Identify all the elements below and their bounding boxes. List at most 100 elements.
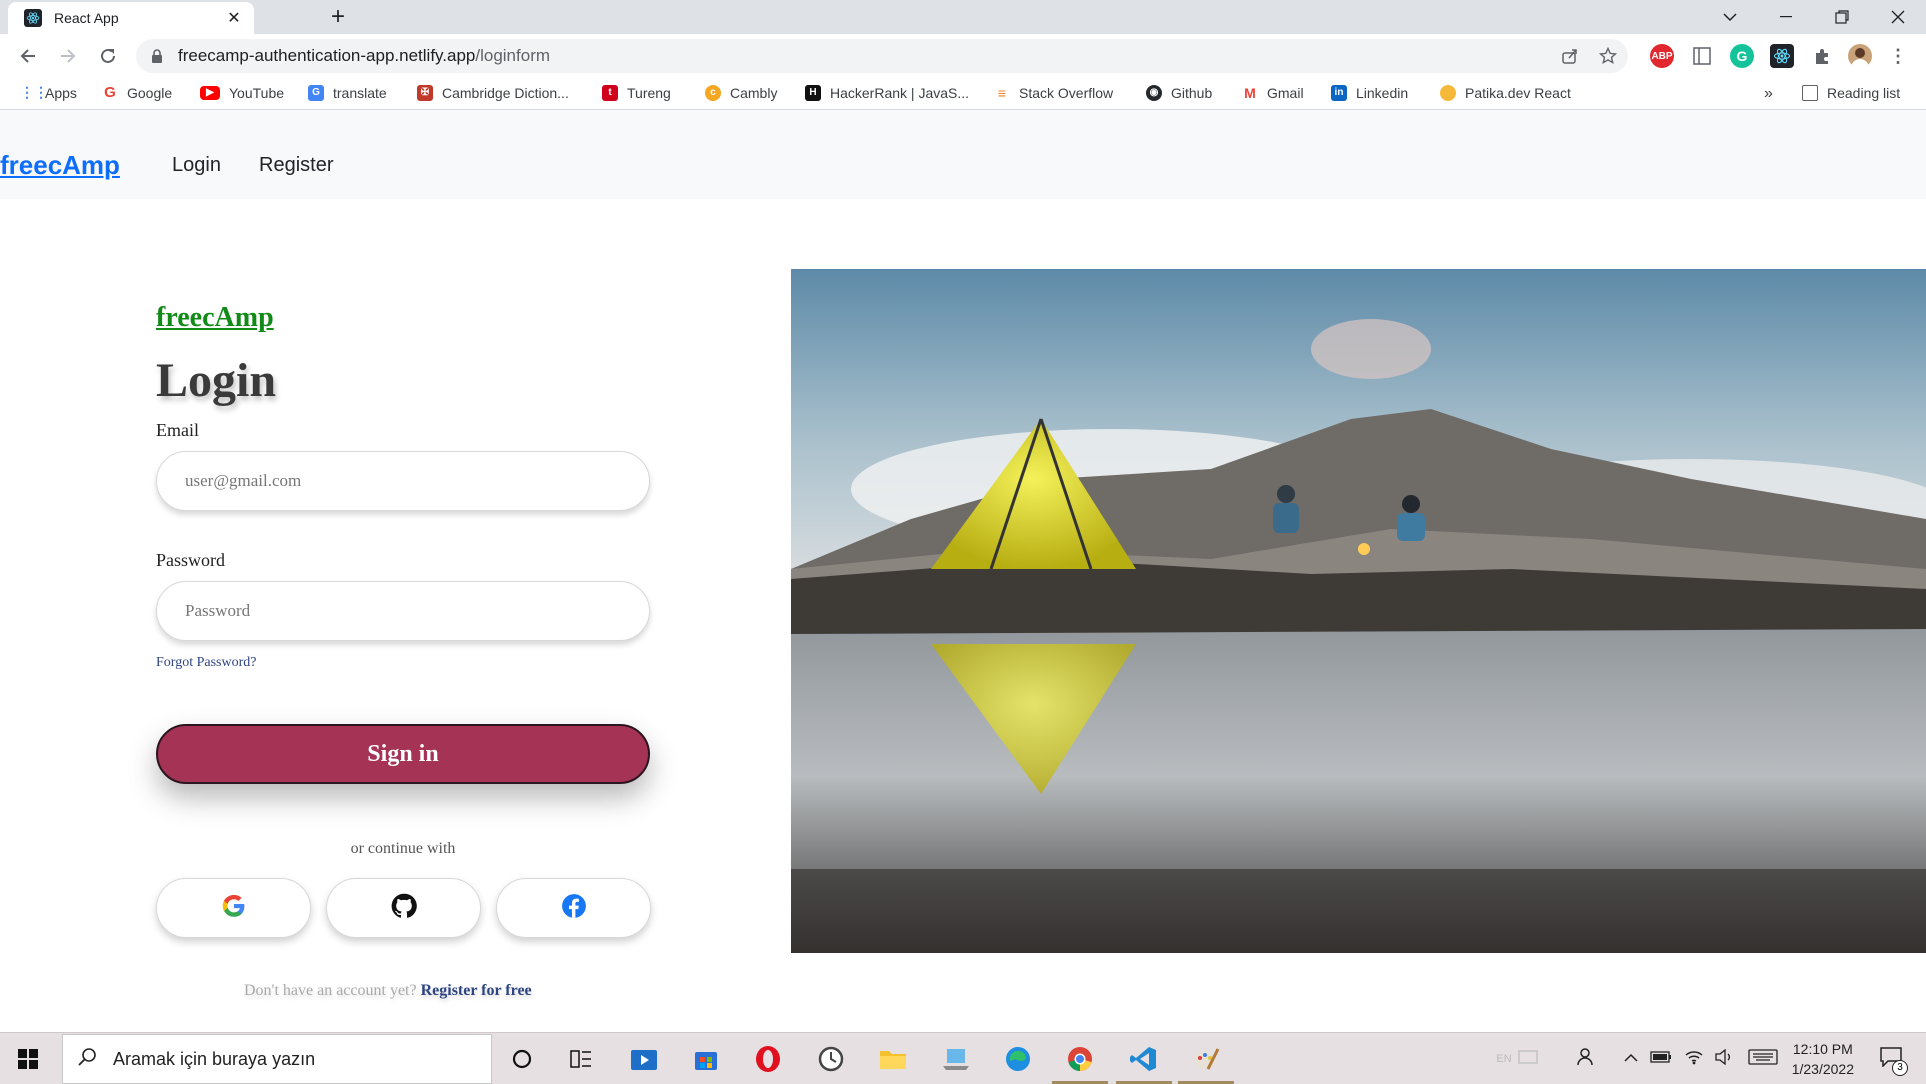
back-icon[interactable] [14,42,42,70]
opera-icon[interactable] [752,1043,784,1075]
browser-menu-icon[interactable]: ⋮ [1886,44,1910,68]
task-view-icon[interactable] [565,1043,597,1075]
gmail-icon: M [1244,85,1256,101]
url-host: freecamp-authentication-app.netlify.app [178,46,476,65]
nav-register-link[interactable]: Register [259,154,333,177]
bookmark-patika[interactable]: Patika.dev React [1440,85,1571,101]
browser-tab[interactable]: React App ✕ [8,2,254,34]
reading-list-button[interactable]: Reading list [1802,85,1900,101]
grammarly-icon[interactable]: G [1730,44,1754,68]
extensions-puzzle-icon[interactable] [1810,44,1834,68]
minimize-icon[interactable] [1758,0,1814,34]
chrome-icon[interactable] [1064,1043,1096,1075]
sidebar-ext-icon[interactable] [1690,44,1714,68]
google-login-button[interactable] [156,878,311,938]
password-label: Password [156,550,226,570]
cambridge-icon: ✠ [417,85,433,101]
profile-avatar[interactable] [1848,44,1872,68]
computer-icon[interactable] [940,1043,972,1075]
wifi-icon[interactable] [1684,1049,1704,1070]
adblock-icon[interactable]: ABP [1650,44,1674,68]
battery-icon[interactable] [1650,1050,1672,1068]
windows-start-icon[interactable] [18,1049,38,1074]
search-icon [77,1047,97,1072]
bookmark-hackerrank[interactable]: H HackerRank | JavaS... [805,85,969,101]
taskbar-search-text: Aramak için buraya yazın [113,1048,316,1069]
clock-time: 12:10 PM [1792,1041,1853,1057]
taskbar-search-box[interactable]: Aramak için buraya yazın [62,1034,492,1084]
linkedin-icon: in [1331,85,1347,101]
translate-icon: G [308,85,324,101]
github-icon [390,892,418,925]
bookmark-youtube[interactable]: ▶ YouTube [200,85,284,101]
register-for-free-link[interactable]: Register for free [421,982,532,999]
github-login-button[interactable] [326,878,481,938]
tureng-icon: t [602,85,618,101]
bookmarks-overflow-icon[interactable]: » [1764,85,1773,103]
bookmark-cambridge[interactable]: ✠ Cambridge Diction... [417,85,569,101]
stackoverflow-icon: ≡ [997,85,1007,101]
email-field[interactable] [156,451,650,511]
forgot-password-link[interactable]: Forgot Password? [156,655,256,671]
bookmark-stackoverflow[interactable]: ≡ Stack Overflow [994,85,1113,101]
taskbar-clock[interactable]: 12:10 PM 1/23/2022 [1792,1039,1854,1079]
tab-title: React App [54,10,119,26]
app-navbar: freecAmp Login Register [0,110,1926,199]
forward-icon[interactable] [54,42,82,70]
password-field[interactable] [156,581,650,641]
lock-icon[interactable] [150,49,164,63]
youtube-icon: ▶ [200,86,220,100]
form-brand-link[interactable]: freecAmp [156,302,274,334]
people-icon[interactable] [1576,1047,1596,1072]
notifications-button[interactable]: 3 [1880,1046,1908,1076]
page-viewport: freecAmp Login Register freecAmp Login E… [0,110,1926,1032]
sign-in-button[interactable]: Sign in [156,724,650,784]
clock-app-icon[interactable] [815,1043,847,1075]
navbar-brand-link[interactable]: freecAmp [0,150,120,181]
react-devtools-icon[interactable] [1770,44,1794,68]
new-tab-button[interactable]: + [324,5,352,30]
bookmark-google[interactable]: G Google [102,85,172,102]
cortana-icon[interactable] [506,1043,538,1075]
facebook-login-button[interactable] [496,878,651,938]
language-indicator[interactable]: EN [1496,1053,1511,1065]
reload-icon[interactable] [94,42,122,70]
share-icon[interactable] [1560,46,1580,66]
bookmark-star-icon[interactable] [1598,46,1618,66]
no-account-text: Don't have an account yet? [244,982,417,999]
bookmark-translate[interactable]: Gtranslate [308,85,387,101]
notification-count-badge: 3 [1892,1059,1908,1076]
camping-hero-image [791,269,1926,953]
media-player-icon[interactable] [628,1043,660,1075]
bookmark-apps[interactable]: ⋮⋮ Apps [20,85,77,101]
close-window-icon[interactable] [1870,0,1926,34]
volume-icon[interactable] [1714,1048,1734,1070]
windows-taskbar: Aramak için buraya yazın EN 12:10 PM 1/2… [0,1032,1926,1084]
cambly-icon: c [705,85,721,101]
tab-close-icon[interactable]: ✕ [222,6,246,30]
apps-grid-icon: ⋮⋮ [20,84,48,100]
clock-date: 1/23/2022 [1791,1061,1854,1077]
reading-list-icon [1802,85,1818,101]
tray-chevron-up-icon[interactable] [1624,1050,1638,1068]
vscode-icon[interactable] [1127,1043,1159,1075]
store-icon[interactable] [690,1043,722,1075]
url-path: /loginform [475,46,551,65]
keyboard-icon[interactable] [1748,1048,1778,1070]
nav-login-link[interactable]: Login [172,154,221,177]
tab-search-icon[interactable] [1702,0,1758,34]
bookmark-linkedin[interactable]: in Linkedin [1331,85,1408,101]
register-prompt: Don't have an account yet? Register for … [244,982,532,1000]
email-label: Email [156,420,199,440]
bookmark-gmail[interactable]: M Gmail [1242,85,1303,101]
bookmark-github[interactable]: ◉ Github [1146,85,1212,101]
edge-icon[interactable] [1002,1043,1034,1075]
keyboard-layout-icon[interactable] [1518,1049,1538,1069]
react-favicon-icon [24,9,42,27]
file-explorer-icon[interactable] [877,1043,909,1075]
address-bar[interactable]: freecamp-authentication-app.netlify.app/… [136,39,1628,73]
bookmark-cambly[interactable]: c Cambly [705,85,777,101]
paint-icon[interactable] [1190,1043,1222,1075]
restore-icon[interactable] [1814,0,1870,34]
bookmark-tureng[interactable]: t Tureng [602,85,671,101]
